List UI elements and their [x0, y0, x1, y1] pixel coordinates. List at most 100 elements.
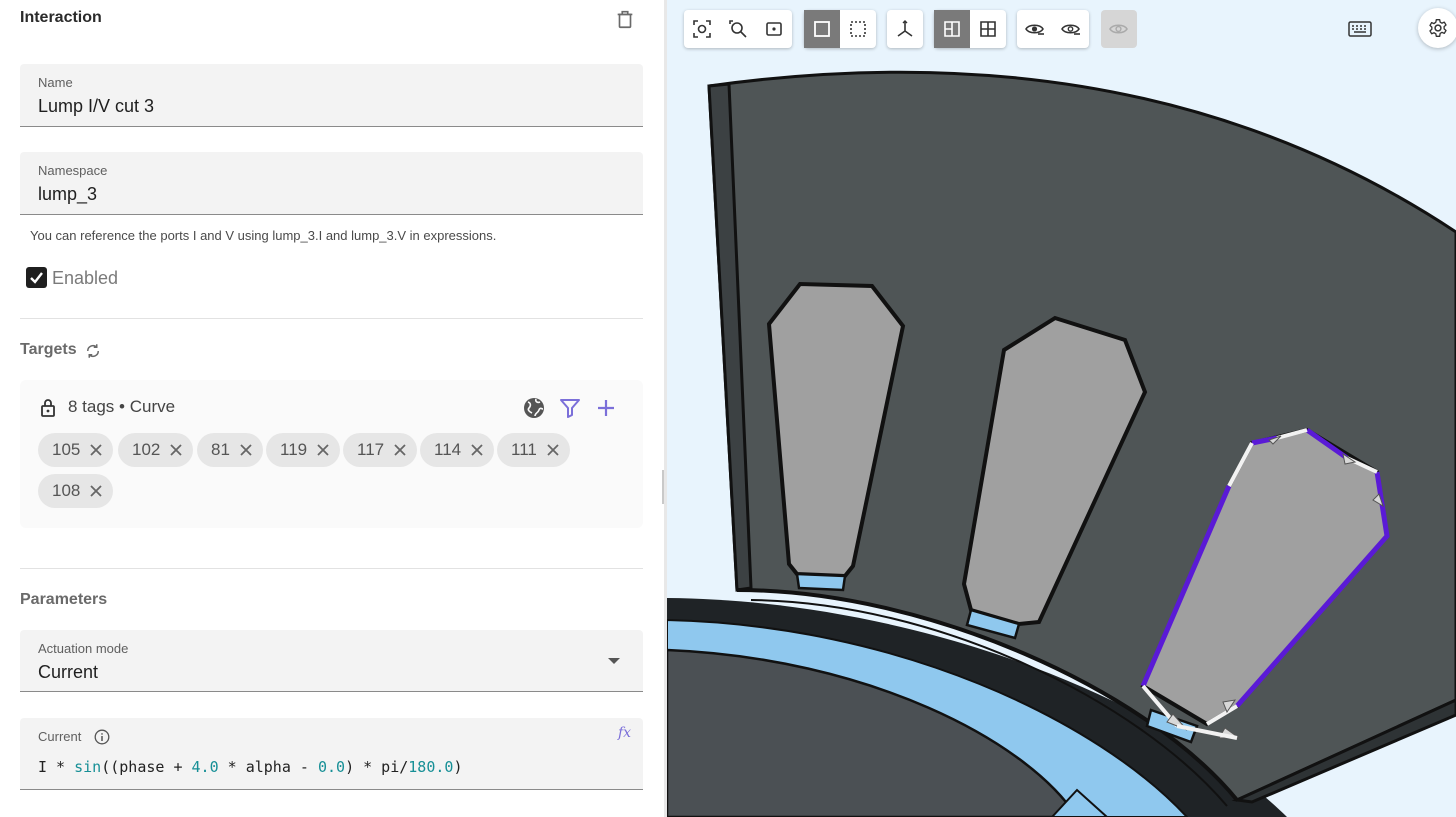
name-field-value[interactable]: Lump I/V cut 3 — [38, 96, 154, 117]
tag-chip-label: 102 — [132, 440, 161, 459]
info-icon[interactable] — [94, 729, 110, 745]
gear-icon — [1429, 19, 1447, 37]
eye-disabled-icon — [1109, 24, 1128, 34]
selection-tool-group — [804, 10, 876, 48]
globe-icon[interactable] — [522, 396, 546, 420]
axes-tool-group — [887, 10, 923, 48]
check-icon — [30, 272, 43, 284]
eye-disabled-button — [1101, 10, 1137, 48]
view-layout-tool-group — [934, 10, 1006, 48]
tag-chip[interactable]: 108 — [38, 474, 114, 508]
filter-icon[interactable] — [558, 396, 582, 420]
enabled-label: Enabled — [52, 268, 119, 288]
eye-hide-icon — [1025, 24, 1044, 35]
app-root: Interaction Name Lump I/V cut 3 Namespac… — [0, 0, 1456, 817]
expr-part: ((phase + — [101, 758, 192, 776]
chevron-down-icon[interactable] — [608, 658, 620, 664]
expr-part: I * — [38, 758, 75, 776]
namespace-field-value[interactable]: lump_3 — [38, 184, 97, 205]
refresh-icon[interactable] — [84, 342, 102, 360]
expr-part: ) * pi/ — [345, 758, 409, 776]
tag-chip[interactable]: 102 — [118, 433, 194, 467]
expr-number: 4.0 — [191, 758, 219, 776]
tag-chip[interactable]: 111 — [497, 433, 570, 467]
solid-select-button[interactable] — [804, 10, 840, 48]
zoom-region-button[interactable] — [720, 10, 756, 48]
axes-icon — [897, 20, 913, 37]
zoom-region-icon — [729, 20, 747, 38]
parameters-title: Parameters — [20, 591, 108, 608]
settings-button[interactable] — [1418, 8, 1456, 48]
expr-part: * alpha - — [218, 758, 318, 776]
quad-view-icon — [980, 21, 996, 37]
expr-part: ) — [453, 758, 463, 776]
split-view-button[interactable] — [934, 10, 970, 48]
tag-chip-label: 105 — [52, 440, 81, 459]
targets-summary: 8 tags • Curve — [68, 397, 176, 416]
remove-icon[interactable] — [89, 484, 103, 498]
tag-chip[interactable]: 105 — [38, 433, 114, 467]
remove-icon[interactable] — [239, 443, 253, 457]
actuation-mode-value: Current — [38, 662, 99, 682]
zoom-tool-group — [684, 10, 792, 48]
divider — [20, 568, 643, 569]
namespace-helper-text: You can reference the ports I and V usin… — [30, 228, 497, 243]
eye-show-button[interactable] — [1053, 10, 1089, 48]
divider — [20, 318, 643, 319]
namespace-field[interactable]: Namespace lump_3 — [20, 152, 643, 215]
zoom-selection-button[interactable] — [756, 10, 792, 48]
isolate-tool-group — [1101, 10, 1137, 48]
model-scene[interactable] — [667, 0, 1456, 817]
interaction-panel: Interaction Name Lump I/V cut 3 Namespac… — [0, 0, 664, 817]
eye-hide-button[interactable] — [1017, 10, 1053, 48]
expr-function: sin — [74, 758, 102, 776]
tag-chip[interactable]: 114 — [420, 433, 495, 467]
zoom-fit-button[interactable] — [684, 10, 720, 48]
tag-chip-label: 108 — [52, 481, 81, 500]
targets-title: Targets — [20, 341, 77, 358]
current-label: Current — [38, 729, 82, 744]
actuation-mode-label: Actuation mode — [38, 641, 129, 656]
add-icon[interactable] — [594, 396, 618, 420]
fx-icon[interactable]: fx — [618, 725, 631, 741]
remove-icon[interactable] — [169, 443, 183, 457]
tag-chip[interactable]: 117 — [343, 433, 418, 467]
remove-icon[interactable] — [393, 443, 407, 457]
box-select-icon — [850, 21, 866, 37]
panel-title: Interaction — [20, 9, 102, 26]
tag-chip-label: 81 — [211, 440, 230, 459]
remove-icon[interactable] — [89, 443, 103, 457]
current-expression[interactable]: I * sin((phase + 4.0 * alpha - 0.0) * pi… — [38, 758, 462, 776]
tag-chip-label: 111 — [511, 440, 537, 459]
zoom-selection-icon — [766, 22, 782, 36]
quad-view-button[interactable] — [970, 10, 1006, 48]
solid-select-icon — [814, 21, 830, 37]
tag-chip-label: 119 — [280, 440, 308, 459]
expr-number: 0.0 — [317, 758, 346, 776]
tag-chip[interactable]: 81 — [197, 433, 263, 467]
tag-chip[interactable]: 119 — [266, 433, 341, 467]
expr-number: 180.0 — [408, 758, 454, 776]
visibility-tool-group — [1017, 10, 1089, 48]
box-select-button[interactable] — [840, 10, 876, 48]
3d-viewport[interactable] — [667, 0, 1456, 817]
enabled-checkbox[interactable] — [26, 267, 47, 288]
split-view-icon — [944, 21, 960, 37]
eye-show-icon — [1061, 24, 1080, 35]
namespace-field-label: Namespace — [38, 163, 108, 178]
zoom-fit-icon — [693, 20, 711, 38]
axes-button[interactable] — [887, 10, 923, 48]
actuation-mode-select[interactable]: Actuation mode Current — [20, 630, 643, 692]
remove-icon[interactable] — [470, 443, 484, 457]
current-expression-field[interactable]: Current — [20, 718, 643, 790]
remove-icon[interactable] — [546, 443, 560, 457]
keyboard-icon — [1348, 21, 1372, 37]
trash-icon[interactable] — [614, 8, 636, 30]
name-field[interactable]: Name Lump I/V cut 3 — [20, 64, 643, 127]
keyboard-button[interactable] — [1346, 16, 1374, 42]
tag-chip-label: 114 — [434, 440, 462, 459]
lock-icon — [41, 399, 55, 417]
splitter-grip[interactable] — [662, 470, 664, 504]
tag-chip-label: 117 — [357, 440, 385, 459]
remove-icon[interactable] — [316, 443, 330, 457]
